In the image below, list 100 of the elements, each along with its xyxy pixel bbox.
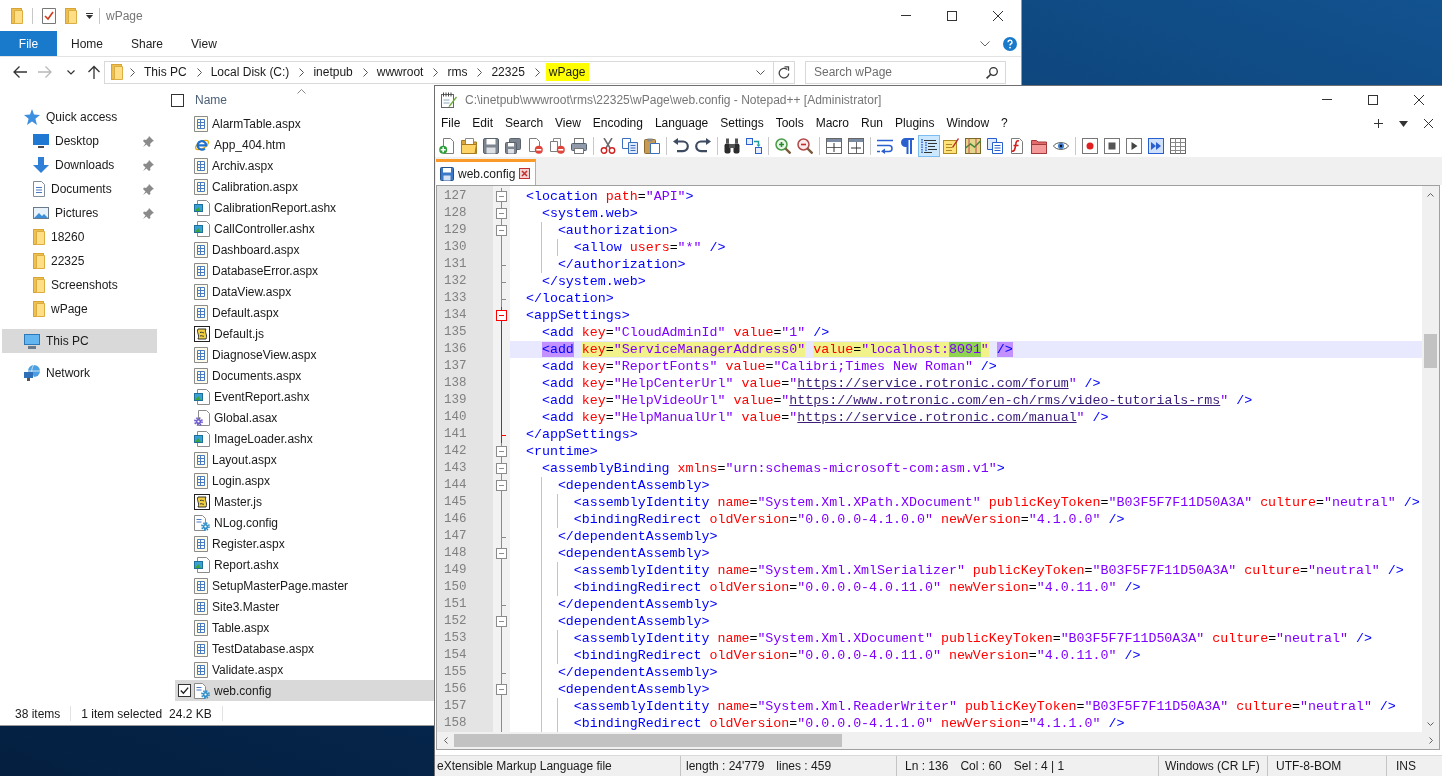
checklist-icon[interactable] — [42, 7, 56, 24]
file-row[interactable]: Validate.aspx — [175, 659, 434, 680]
refresh-button[interactable] — [774, 60, 795, 84]
vertical-scrollbar[interactable] — [1422, 186, 1439, 732]
file-row[interactable]: Calibration.aspx — [175, 176, 434, 197]
breadcrumb[interactable]: Local Disk (C:) — [207, 63, 293, 81]
file-row[interactable]: CalibrationReport.ashx — [175, 197, 434, 218]
nav-item[interactable]: 22325 — [2, 249, 157, 273]
menu-item[interactable]: Edit — [466, 113, 500, 134]
nav-item[interactable]: Desktop — [2, 129, 157, 153]
menu-item[interactable]: Settings — [714, 113, 770, 134]
scrollbar-thumb[interactable] — [454, 734, 842, 747]
file-row[interactable]: EventReport.ashx — [175, 386, 434, 407]
close-icon[interactable] — [1414, 94, 1424, 105]
maximize-icon[interactable] — [947, 10, 957, 21]
nav-item[interactable]: Quick access — [2, 105, 157, 129]
nav-item[interactable]: 18260 — [2, 225, 157, 249]
chevron-right-icon[interactable] — [1428, 737, 1433, 744]
file-menu-button[interactable]: File — [0, 31, 57, 56]
file-row[interactable]: Default.js — [175, 323, 434, 344]
file-row[interactable]: DiagnoseView.aspx — [175, 344, 434, 365]
menu-item[interactable]: Tools — [769, 113, 810, 134]
menu-item[interactable]: Run — [855, 113, 890, 134]
plus-icon[interactable] — [1374, 119, 1383, 128]
file-row[interactable]: TestDatabase.aspx — [175, 638, 434, 659]
close-icon[interactable] — [1424, 119, 1433, 128]
menu-item[interactable]: View — [549, 113, 587, 134]
file-row[interactable]: DatabaseError.aspx — [175, 260, 434, 281]
code-line: <assemblyIdentity name="System.Xml.XDocument" publicKeyToken="B03F5F7F11D50A3A" culture="neutral" /> — [573, 630, 1372, 647]
file-row[interactable]: Master.js — [175, 491, 434, 512]
nav-item[interactable]: Documents — [2, 177, 157, 201]
file-row[interactable]: Table.aspx — [175, 617, 434, 638]
menu-item[interactable]: Window — [940, 113, 996, 134]
maximize-icon[interactable] — [1368, 94, 1378, 105]
file-row[interactable]: Site3.Master — [175, 596, 434, 617]
chevron-down-icon[interactable] — [980, 40, 990, 47]
chevron-down-icon[interactable] — [756, 69, 765, 75]
chevron-up-icon[interactable] — [1427, 192, 1434, 197]
nav-item[interactable]: This PC — [2, 329, 157, 353]
nav-item[interactable]: Pictures — [2, 201, 157, 225]
file-row[interactable]: Default.aspx — [175, 302, 434, 323]
scrollbar-thumb[interactable] — [1424, 334, 1437, 368]
menu-item[interactable]: Plugins — [889, 113, 941, 134]
select-all-checkbox[interactable] — [171, 93, 184, 107]
file-row[interactable]: NLog.config — [175, 512, 434, 533]
file-row[interactable]: ImageLoader.ashx — [175, 428, 434, 449]
file-row[interactable]: AlarmTable.aspx — [175, 113, 434, 134]
search-field[interactable]: Search wPage — [805, 60, 1006, 84]
caret-down-icon[interactable] — [1399, 120, 1408, 127]
breadcrumb[interactable]: wPage — [545, 63, 589, 81]
file-row[interactable]: Login.aspx — [175, 470, 434, 491]
breadcrumb[interactable]: rms — [444, 63, 471, 81]
nav-item[interactable]: Downloads — [2, 153, 157, 177]
up-arrow-icon[interactable] — [88, 65, 100, 79]
close-icon[interactable] — [519, 168, 531, 179]
breadcrumb[interactable]: 22325 — [488, 63, 528, 81]
folder-icon — [33, 301, 45, 317]
file-row[interactable]: Archiv.aspx — [175, 155, 434, 176]
file-row[interactable]: SetupMasterPage.master — [175, 575, 434, 596]
chevron-left-icon[interactable] — [443, 737, 448, 744]
file-row[interactable]: web.config — [175, 680, 434, 701]
chevron-down-icon[interactable] — [1427, 721, 1434, 726]
file-row[interactable]: Documents.aspx — [175, 365, 434, 386]
menu-item[interactable]: File — [435, 113, 467, 134]
folder-icon — [33, 229, 45, 245]
nav-item[interactable]: Screenshots — [2, 273, 157, 297]
column-header[interactable]: Name — [195, 93, 227, 107]
caret-down-icon[interactable] — [86, 12, 93, 19]
nav-item[interactable]: wPage — [2, 297, 157, 321]
menu-item[interactable]: ? — [995, 113, 1014, 134]
breadcrumb[interactable]: This PC — [141, 63, 190, 81]
nav-item[interactable]: Network — [2, 361, 157, 385]
ribbon-tab[interactable]: Share — [117, 31, 178, 56]
file-row[interactable]: Register.aspx — [175, 533, 434, 554]
file-row[interactable]: Dashboard.aspx — [175, 239, 434, 260]
address-bar[interactable]: This PC Local Disk (C:) inetpub wwwroot rms 22325 wPage — [104, 60, 774, 84]
breadcrumb[interactable]: inetpub — [310, 63, 356, 81]
menu-item[interactable]: Macro — [809, 113, 855, 134]
status-text: 24.2 KB — [169, 706, 212, 721]
horizontal-scrollbar[interactable] — [437, 732, 1439, 749]
menu-item[interactable]: Search — [499, 113, 550, 134]
toolbar-button[interactable] — [918, 134, 940, 157]
file-row[interactable]: Report.ashx — [175, 554, 434, 575]
ribbon-tab[interactable]: Home — [57, 31, 117, 56]
chevron-down-icon[interactable] — [67, 69, 75, 75]
breadcrumb[interactable]: wwwroot — [373, 63, 427, 81]
row-checkbox[interactable] — [178, 684, 191, 697]
close-icon[interactable] — [993, 10, 1003, 21]
file-row[interactable]: App_404.htm — [175, 134, 434, 155]
file-row[interactable]: CallController.ashx — [175, 218, 434, 239]
file-tab[interactable]: web.config — [436, 159, 537, 185]
file-row[interactable]: Global.asax — [175, 407, 434, 428]
menu-item[interactable]: Encoding — [586, 113, 649, 134]
menu-item[interactable]: Language — [648, 113, 715, 134]
file-row[interactable]: Layout.aspx — [175, 449, 434, 470]
help-icon[interactable] — [1003, 36, 1017, 51]
back-arrow-icon[interactable] — [13, 66, 27, 78]
file-row[interactable]: DataView.aspx — [175, 281, 434, 302]
chevron-right-icon — [130, 67, 135, 77]
ribbon-tab[interactable]: View — [177, 31, 231, 56]
